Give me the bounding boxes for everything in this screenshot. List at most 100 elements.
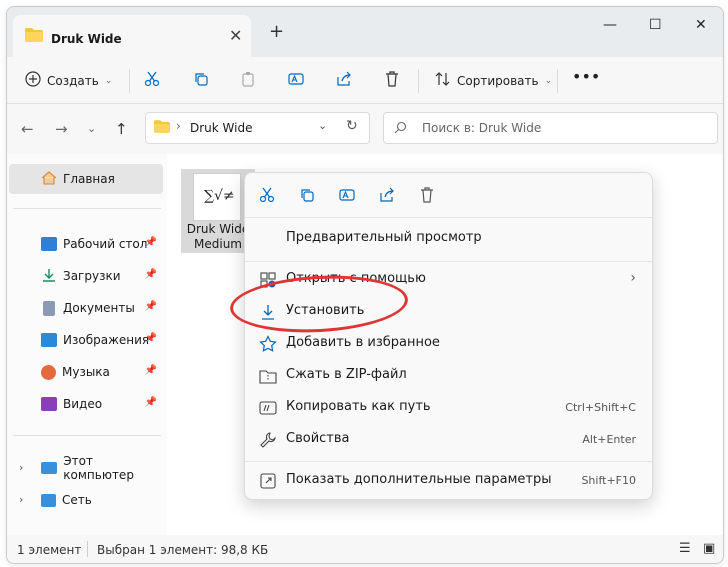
divider <box>245 261 652 262</box>
details-view-icon[interactable]: ☰ <box>679 541 691 556</box>
sidebar-item-desktop[interactable]: Рабочий стол 📌 <box>9 229 163 259</box>
sidebar-item-pictures[interactable]: Изображения 📌 <box>9 325 163 355</box>
home-icon <box>41 170 57 188</box>
music-icon <box>41 364 56 380</box>
menu-item-copy-path[interactable]: Копировать как путь Ctrl+Shift+C <box>245 392 652 424</box>
close-tab-icon[interactable]: ✕ <box>229 26 242 45</box>
menu-item-properties[interactable]: Свойства Alt+Enter <box>245 424 652 456</box>
new-tab-icon[interactable]: + <box>269 21 284 42</box>
menu-item-show-more-options[interactable]: Показать дополнительные параметры Shift+… <box>245 465 652 497</box>
tiles-view-icon[interactable]: ▣ <box>703 541 715 556</box>
menu-item-add-favorites[interactable]: Добавить в избранное <box>245 328 652 360</box>
menu-item-shortcut: Shift+F10 <box>581 474 636 487</box>
share-icon[interactable] <box>336 71 352 87</box>
font-file-icon: ∑√≠ <box>193 173 241 221</box>
pin-icon[interactable]: 📌 <box>145 397 157 408</box>
chevron-right-icon: › <box>630 270 636 286</box>
pin-icon[interactable]: 📌 <box>145 301 157 312</box>
breadcrumb[interactable]: Druk Wide <box>190 121 252 135</box>
chevron-right-icon[interactable]: › <box>19 461 23 474</box>
sidebar-item-label: Сеть <box>62 493 92 507</box>
pin-icon[interactable]: 📌 <box>145 269 157 280</box>
sidebar-item-label: Музыка <box>62 365 110 379</box>
chevron-right-icon[interactable]: › <box>19 493 23 506</box>
sidebar-item-label: Загрузки <box>63 269 121 283</box>
copy-icon[interactable] <box>299 187 315 206</box>
sidebar-item-this-pc[interactable]: › Этот компьютер <box>9 453 163 483</box>
search-input[interactable]: Поиск в: Druk Wide <box>422 121 541 135</box>
rename-icon[interactable] <box>339 187 355 206</box>
pin-icon[interactable]: 📌 <box>145 365 157 376</box>
wrench-icon <box>259 431 277 449</box>
delete-icon[interactable] <box>419 187 435 206</box>
status-bar: 1 элемент Выбран 1 элемент: 98,8 КБ ☰ ▣ <box>7 535 723 563</box>
divider <box>245 217 652 218</box>
tab-title: Druk Wide <box>51 32 122 46</box>
chevron-right-icon: › <box>176 119 181 133</box>
item-count: 1 элемент <box>17 543 82 557</box>
sidebar-item-label: Этот компьютер <box>63 454 134 482</box>
close-window-icon[interactable]: ✕ <box>695 17 707 33</box>
navigation-bar: ← → ⌄ ↑ › Druk Wide ⌄ ↻ Поиск в: Druk Wi… <box>7 104 723 154</box>
sidebar-item-label: Главная <box>63 172 115 186</box>
menu-item-preview[interactable]: Предварительный просмотр <box>245 223 652 255</box>
star-icon <box>259 335 277 353</box>
share-icon[interactable] <box>379 187 395 206</box>
recent-locations-icon[interactable]: ⌄ <box>87 122 96 135</box>
folder-icon <box>154 120 170 136</box>
sidebar-item-label: Видео <box>63 397 103 411</box>
zip-folder-icon <box>259 367 277 385</box>
menu-item-compress-zip[interactable]: Сжать в ZIP-файл <box>245 360 652 392</box>
chevron-down-icon[interactable]: ⌄ <box>318 119 327 132</box>
search-icon <box>394 121 407 137</box>
desktop-icon <box>41 237 57 251</box>
more-options-icon[interactable]: ••• <box>572 67 600 86</box>
create-button[interactable]: Создать ⌄ <box>25 71 112 90</box>
network-icon <box>41 493 56 507</box>
sidebar-item-label: Изображения <box>63 333 150 347</box>
menu-item-label: Свойства <box>286 431 350 446</box>
forward-icon[interactable]: → <box>55 120 68 138</box>
cut-icon[interactable] <box>144 71 160 87</box>
plus-circle-icon <box>25 71 41 90</box>
search-box[interactable]: Поиск в: Druk Wide <box>383 112 718 144</box>
title-bar: Druk Wide ✕ + — ☐ ✕ <box>7 7 723 57</box>
pin-icon[interactable]: 📌 <box>145 237 157 248</box>
refresh-icon[interactable]: ↻ <box>346 118 358 134</box>
tab-druk-wide[interactable]: Druk Wide ✕ <box>13 15 251 57</box>
sidebar-item-videos[interactable]: Видео 📌 <box>9 389 163 419</box>
maximize-icon[interactable]: ☐ <box>649 17 662 33</box>
delete-icon[interactable] <box>384 71 400 87</box>
copy-path-icon <box>259 399 277 417</box>
sidebar-item-label: Документы <box>63 301 135 315</box>
selection-info: Выбран 1 элемент: 98,8 КБ <box>97 543 269 557</box>
back-icon[interactable]: ← <box>21 120 34 138</box>
divider <box>557 69 558 93</box>
videos-icon <box>41 397 57 411</box>
rename-icon[interactable] <box>288 71 304 87</box>
cut-icon[interactable] <box>259 187 275 206</box>
paste-icon[interactable] <box>240 71 256 87</box>
sidebar-item-downloads[interactable]: Загрузки 📌 <box>9 261 163 291</box>
sidebar-item-label: Рабочий стол <box>63 237 148 251</box>
menu-item-shortcut: Alt+Enter <box>582 433 636 446</box>
up-icon[interactable]: ↑ <box>115 120 128 138</box>
menu-item-label: Предварительный просмотр <box>286 230 482 245</box>
pin-icon[interactable]: 📌 <box>145 333 157 344</box>
menu-item-label: Копировать как путь <box>286 399 431 414</box>
address-bar[interactable]: › Druk Wide ⌄ ↻ <box>145 112 370 144</box>
more-options-icon <box>259 472 277 490</box>
menu-item-label: Сжать в ZIP-файл <box>286 367 407 382</box>
minimize-icon[interactable]: — <box>603 17 617 33</box>
divider <box>13 208 161 209</box>
sidebar-item-music[interactable]: Музыка 📌 <box>9 357 163 387</box>
pictures-icon <box>41 333 57 347</box>
chevron-down-icon: ⌄ <box>104 75 113 86</box>
sidebar-item-network[interactable]: › Сеть <box>9 485 163 515</box>
sidebar-item-documents[interactable]: Документы 📌 <box>9 293 163 323</box>
sidebar-item-home[interactable]: Главная <box>9 164 163 194</box>
divider <box>87 541 88 557</box>
divider <box>13 435 161 436</box>
sort-button[interactable]: Сортировать ⌄ <box>435 71 552 90</box>
copy-icon[interactable] <box>193 71 209 87</box>
